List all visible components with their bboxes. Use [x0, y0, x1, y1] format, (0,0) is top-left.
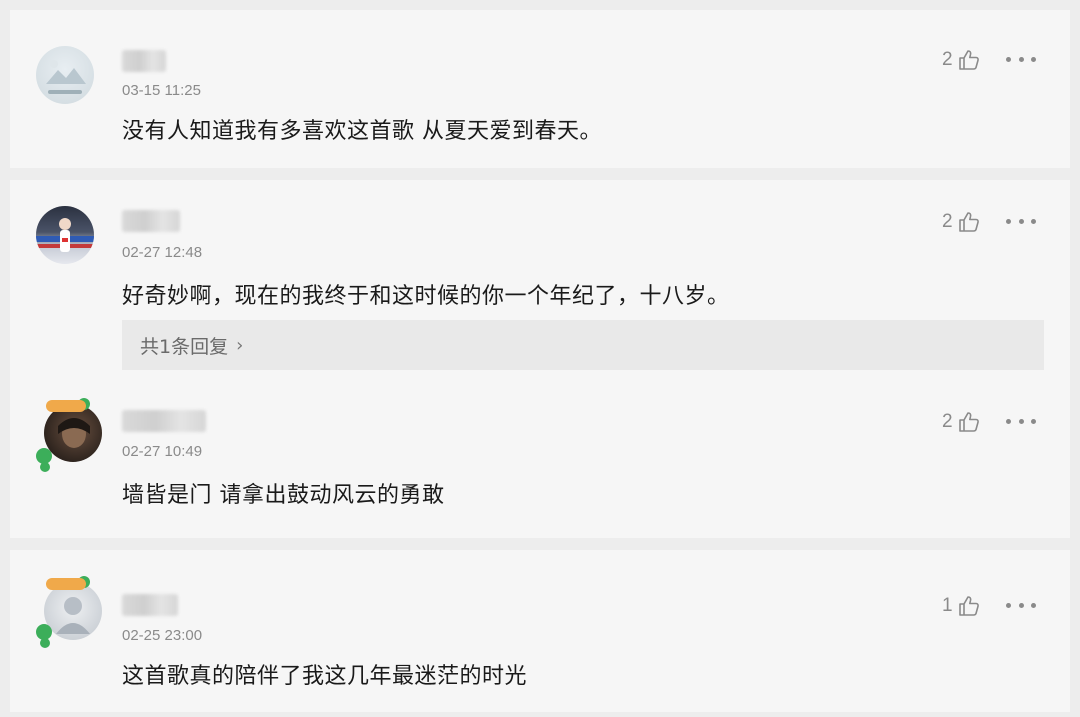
- view-replies-button[interactable]: 共1条回复 ›: [122, 320, 1044, 370]
- like-count: 1: [942, 595, 953, 616]
- more-dots-icon[interactable]: [1006, 54, 1036, 64]
- thumbs-up-icon: [958, 596, 979, 616]
- username-blurred[interactable]: [122, 594, 178, 616]
- comment-time: 02-25 23:00: [122, 627, 203, 644]
- avatar-badge: [46, 400, 86, 412]
- avatar[interactable]: [36, 398, 102, 472]
- username-blurred[interactable]: [122, 50, 166, 72]
- chevron-right-icon: ›: [236, 334, 244, 356]
- comment-text: 好奇妙啊，现在的我终于和这时候的你一个年纪了，十八岁。: [122, 284, 730, 309]
- like-count: 2: [942, 49, 953, 70]
- comment-card: 02-27 10:49 墙皆是门 请拿出鼓动风云的勇敢 2: [10, 382, 1070, 538]
- comment-text: 没有人知道我有多喜欢这首歌 从夏天爱到春天。: [122, 119, 602, 144]
- leaf-decoration: [40, 638, 50, 648]
- like-count: 2: [942, 411, 953, 432]
- thumbs-up-icon: [958, 50, 979, 70]
- comment-card: 03-15 11:25 没有人知道我有多喜欢这首歌 从夏天爱到春天。 2: [10, 10, 1070, 168]
- username-blurred[interactable]: [122, 210, 180, 232]
- comment-time: 03-15 11:25: [122, 82, 201, 99]
- comment-time: 02-27 12:48: [122, 244, 203, 261]
- like-button[interactable]: 2: [942, 210, 981, 234]
- more-dots-icon[interactable]: [1006, 600, 1036, 610]
- comment-time: 02-27 10:49: [122, 443, 203, 460]
- reply-count-label: 共1条回复: [140, 335, 229, 358]
- thumbs-up-icon: [958, 212, 979, 232]
- comment-card: 02-25 23:00 这首歌真的陪伴了我这几年最迷茫的时光 1: [10, 550, 1070, 712]
- thumbs-up-icon: [958, 412, 979, 432]
- like-count: 2: [942, 211, 953, 232]
- comment-text: 这首歌真的陪伴了我这几年最迷茫的时光: [122, 664, 528, 689]
- avatar-badge: [46, 578, 86, 590]
- like-button[interactable]: 2: [942, 410, 981, 434]
- like-button[interactable]: 1: [942, 594, 981, 618]
- username-blurred[interactable]: [122, 410, 206, 432]
- avatar[interactable]: [36, 46, 94, 104]
- more-dots-icon[interactable]: [1006, 216, 1036, 226]
- comment-text: 墙皆是门 请拿出鼓动风云的勇敢: [122, 483, 445, 508]
- leaf-decoration: [40, 462, 50, 472]
- comment-card: 02-27 12:48 好奇妙啊，现在的我终于和这时候的你一个年纪了，十八岁。 …: [10, 180, 1070, 382]
- avatar[interactable]: [36, 576, 102, 648]
- like-button[interactable]: 2: [942, 48, 981, 72]
- avatar[interactable]: [36, 206, 94, 264]
- more-dots-icon[interactable]: [1006, 416, 1036, 426]
